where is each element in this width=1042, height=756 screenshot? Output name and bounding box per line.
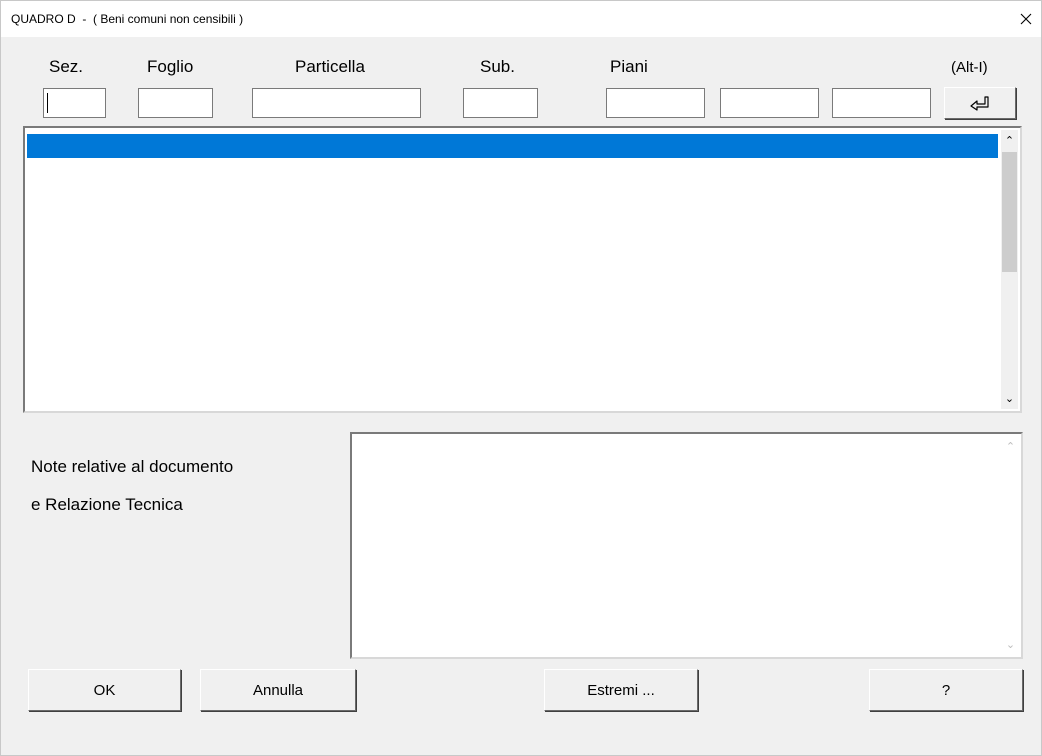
close-icon — [1020, 13, 1032, 25]
annulla-button[interactable]: Annulla — [200, 669, 356, 711]
dialog-window: QUADRO D - ( Beni comuni non censibili )… — [0, 0, 1042, 756]
scroll-thumb[interactable] — [1002, 152, 1017, 272]
estremi-button[interactable]: Estremi ... — [544, 669, 698, 711]
scroll-down-icon[interactable]: ⌄ — [1001, 390, 1018, 407]
help-button[interactable]: ? — [869, 669, 1023, 711]
header-foglio: Foglio — [147, 57, 194, 76]
notes-label-line2: e Relazione Tecnica — [31, 495, 183, 514]
sub-input[interactable] — [463, 88, 538, 118]
header-sez: Sez. — [49, 57, 84, 76]
sez-input[interactable] — [43, 88, 106, 118]
scroll-up-icon[interactable]: ⌃ — [1001, 132, 1018, 149]
piani-input-3[interactable] — [832, 88, 931, 118]
header-particella: Particella — [295, 57, 365, 76]
header-piani: Piani — [610, 57, 648, 76]
list-item-selected[interactable] — [27, 134, 998, 158]
entries-listbox[interactable]: ⌃ ⌄ — [23, 126, 1022, 413]
enter-arrow-icon — [970, 96, 989, 111]
window-title: QUADRO D - ( Beni comuni non censibili ) — [11, 12, 244, 26]
notes-scroll-up-icon[interactable]: ⌃ — [1002, 438, 1019, 455]
insert-button[interactable] — [944, 87, 1016, 119]
foglio-input[interactable] — [138, 88, 213, 118]
text-caret — [47, 93, 48, 113]
notes-scrollbar[interactable]: ⌃ ⌄ — [1002, 436, 1019, 655]
title-bar: QUADRO D - ( Beni comuni non censibili ) — [1, 1, 1041, 37]
shortcut-hint: (Alt-I) — [951, 59, 988, 76]
header-sub: Sub. — [480, 57, 515, 76]
list-scrollbar[interactable]: ⌃ ⌄ — [1001, 130, 1018, 409]
notes-label-line1: Note relative al documento — [31, 457, 234, 476]
particella-input[interactable] — [252, 88, 421, 118]
notes-scroll-down-icon[interactable]: ⌄ — [1002, 636, 1019, 653]
close-button[interactable] — [1011, 1, 1041, 37]
ok-button[interactable]: OK — [28, 669, 181, 711]
piani-input-1[interactable] — [606, 88, 705, 118]
notes-textarea[interactable]: ⌃ ⌄ — [350, 432, 1023, 659]
piani-input-2[interactable] — [720, 88, 819, 118]
